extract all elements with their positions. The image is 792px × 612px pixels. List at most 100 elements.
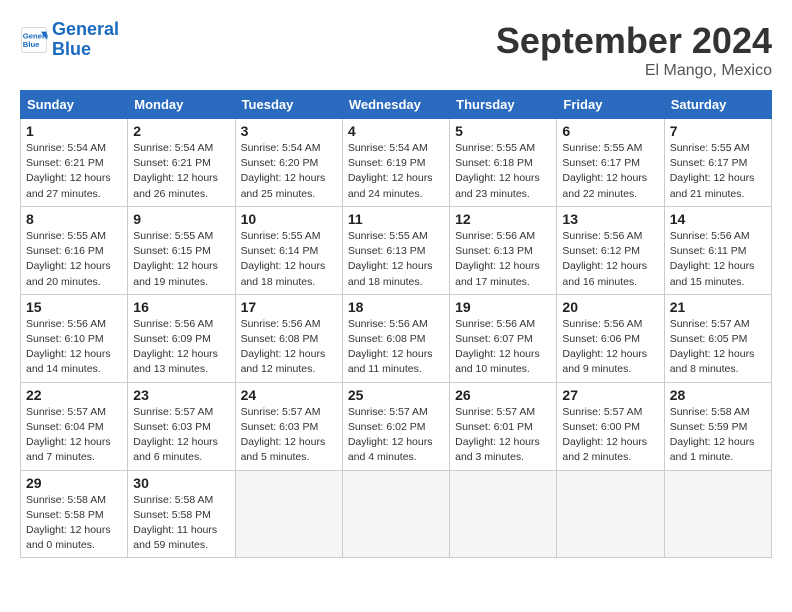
day-cell: 13 Sunrise: 5:56 AM Sunset: 6:12 PM Dayli…	[557, 206, 664, 294]
day-cell: 5Sunrise: 5:55 AM Sunset: 6:18 PM Daylig…	[450, 119, 557, 207]
day-cell: 14 Sunrise: 5:56 AM Sunset: 6:11 PM Dayli…	[664, 206, 771, 294]
day-cell: 20 Sunrise: 5:56 AM Sunset: 6:06 PM Dayli…	[557, 294, 664, 382]
week-row-4: 22 Sunrise: 5:57 AM Sunset: 6:04 PM Dayli…	[21, 382, 772, 470]
day-number: 4	[348, 123, 444, 139]
day-info: Sunrise: 5:55 AM Sunset: 6:16 PM Dayligh…	[26, 229, 122, 290]
day-info: Sunrise: 5:56 AM Sunset: 6:07 PM Dayligh…	[455, 317, 551, 378]
logo: General Blue General Blue	[20, 20, 119, 60]
day-info: Sunrise: 5:56 AM Sunset: 6:08 PM Dayligh…	[348, 317, 444, 378]
weekday-header-thursday: Thursday	[450, 91, 557, 119]
weekday-header-friday: Friday	[557, 91, 664, 119]
day-cell	[664, 470, 771, 558]
day-cell	[557, 470, 664, 558]
day-number: 2	[133, 123, 229, 139]
day-cell: 12 Sunrise: 5:56 AM Sunset: 6:13 PM Dayli…	[450, 206, 557, 294]
day-cell: 19 Sunrise: 5:56 AM Sunset: 6:07 PM Dayli…	[450, 294, 557, 382]
day-cell: 6Sunrise: 5:55 AM Sunset: 6:17 PM Daylig…	[557, 119, 664, 207]
day-cell: 30 Sunrise: 5:58 AM Sunset: 5:58 PM Dayli…	[128, 470, 235, 558]
day-number: 15	[26, 299, 122, 315]
day-number: 9	[133, 211, 229, 227]
day-info: Sunrise: 5:57 AM Sunset: 6:02 PM Dayligh…	[348, 405, 444, 466]
day-cell	[342, 470, 449, 558]
day-number: 1	[26, 123, 122, 139]
day-cell	[235, 470, 342, 558]
day-cell: 10Sunrise: 5:55 AM Sunset: 6:14 PM Dayli…	[235, 206, 342, 294]
day-number: 6	[562, 123, 658, 139]
day-info: Sunrise: 5:56 AM Sunset: 6:12 PM Dayligh…	[562, 229, 658, 290]
day-info: Sunrise: 5:57 AM Sunset: 6:03 PM Dayligh…	[241, 405, 337, 466]
day-cell: 16 Sunrise: 5:56 AM Sunset: 6:09 PM Dayli…	[128, 294, 235, 382]
day-cell: 17Sunrise: 5:56 AM Sunset: 6:08 PM Dayli…	[235, 294, 342, 382]
day-cell: 26 Sunrise: 5:57 AM Sunset: 6:01 PM Dayli…	[450, 382, 557, 470]
svg-text:Blue: Blue	[23, 40, 40, 49]
day-info: Sunrise: 5:54 AM Sunset: 6:19 PM Dayligh…	[348, 141, 444, 202]
day-cell: 9 Sunrise: 5:55 AM Sunset: 6:15 PM Daylig…	[128, 206, 235, 294]
day-number: 17	[241, 299, 337, 315]
day-info: Sunrise: 5:57 AM Sunset: 6:04 PM Dayligh…	[26, 405, 122, 466]
location-title: El Mango, Mexico	[496, 62, 772, 80]
week-row-2: 8 Sunrise: 5:55 AM Sunset: 6:16 PM Daylig…	[21, 206, 772, 294]
day-info: Sunrise: 5:56 AM Sunset: 6:10 PM Dayligh…	[26, 317, 122, 378]
day-info: Sunrise: 5:55 AM Sunset: 6:17 PM Dayligh…	[670, 141, 766, 202]
calendar-table: SundayMondayTuesdayWednesdayThursdayFrid…	[20, 90, 772, 558]
week-row-3: 15 Sunrise: 5:56 AM Sunset: 6:10 PM Dayli…	[21, 294, 772, 382]
day-cell: 25 Sunrise: 5:57 AM Sunset: 6:02 PM Dayli…	[342, 382, 449, 470]
day-cell: 24Sunrise: 5:57 AM Sunset: 6:03 PM Dayli…	[235, 382, 342, 470]
weekday-header-wednesday: Wednesday	[342, 91, 449, 119]
day-number: 28	[670, 387, 766, 403]
day-number: 25	[348, 387, 444, 403]
day-number: 13	[562, 211, 658, 227]
weekday-header-row: SundayMondayTuesdayWednesdayThursdayFrid…	[21, 91, 772, 119]
day-cell: 2 Sunrise: 5:54 AM Sunset: 6:21 PM Daylig…	[128, 119, 235, 207]
day-info: Sunrise: 5:56 AM Sunset: 6:09 PM Dayligh…	[133, 317, 229, 378]
day-info: Sunrise: 5:57 AM Sunset: 6:01 PM Dayligh…	[455, 405, 551, 466]
month-title: September 2024	[496, 20, 772, 62]
day-cell: 7Sunrise: 5:55 AM Sunset: 6:17 PM Daylig…	[664, 119, 771, 207]
day-cell: 3Sunrise: 5:54 AM Sunset: 6:20 PM Daylig…	[235, 119, 342, 207]
day-cell: 23Sunrise: 5:57 AM Sunset: 6:03 PM Dayli…	[128, 382, 235, 470]
day-cell: 1 Sunrise: 5:54 AM Sunset: 6:21 PM Daylig…	[21, 119, 128, 207]
day-number: 16	[133, 299, 229, 315]
day-info: Sunrise: 5:54 AM Sunset: 6:20 PM Dayligh…	[241, 141, 337, 202]
day-info: Sunrise: 5:57 AM Sunset: 6:05 PM Dayligh…	[670, 317, 766, 378]
day-cell: 27 Sunrise: 5:57 AM Sunset: 6:00 PM Dayli…	[557, 382, 664, 470]
day-number: 20	[562, 299, 658, 315]
day-info: Sunrise: 5:56 AM Sunset: 6:13 PM Dayligh…	[455, 229, 551, 290]
day-number: 8	[26, 211, 122, 227]
day-info: Sunrise: 5:58 AM Sunset: 5:59 PM Dayligh…	[670, 405, 766, 466]
day-number: 29	[26, 475, 122, 491]
day-number: 12	[455, 211, 551, 227]
day-info: Sunrise: 5:58 AM Sunset: 5:58 PM Dayligh…	[133, 493, 229, 554]
logo-line2: Blue	[52, 39, 91, 59]
day-info: Sunrise: 5:55 AM Sunset: 6:13 PM Dayligh…	[348, 229, 444, 290]
logo-line1: General	[52, 19, 119, 39]
day-number: 21	[670, 299, 766, 315]
day-cell	[450, 470, 557, 558]
weekday-header-tuesday: Tuesday	[235, 91, 342, 119]
day-number: 18	[348, 299, 444, 315]
day-cell: 18 Sunrise: 5:56 AM Sunset: 6:08 PM Dayli…	[342, 294, 449, 382]
day-cell: 8 Sunrise: 5:55 AM Sunset: 6:16 PM Daylig…	[21, 206, 128, 294]
day-number: 27	[562, 387, 658, 403]
day-info: Sunrise: 5:56 AM Sunset: 6:11 PM Dayligh…	[670, 229, 766, 290]
day-info: Sunrise: 5:54 AM Sunset: 6:21 PM Dayligh…	[26, 141, 122, 202]
logo-icon: General Blue	[20, 26, 48, 54]
day-number: 11	[348, 211, 444, 227]
day-number: 26	[455, 387, 551, 403]
day-info: Sunrise: 5:56 AM Sunset: 6:06 PM Dayligh…	[562, 317, 658, 378]
day-number: 14	[670, 211, 766, 227]
day-number: 5	[455, 123, 551, 139]
day-number: 22	[26, 387, 122, 403]
day-info: Sunrise: 5:55 AM Sunset: 6:15 PM Dayligh…	[133, 229, 229, 290]
week-row-1: 1 Sunrise: 5:54 AM Sunset: 6:21 PM Daylig…	[21, 119, 772, 207]
day-cell: 21 Sunrise: 5:57 AM Sunset: 6:05 PM Dayli…	[664, 294, 771, 382]
day-info: Sunrise: 5:58 AM Sunset: 5:58 PM Dayligh…	[26, 493, 122, 554]
weekday-header-sunday: Sunday	[21, 91, 128, 119]
day-info: Sunrise: 5:54 AM Sunset: 6:21 PM Dayligh…	[133, 141, 229, 202]
weekday-header-monday: Monday	[128, 91, 235, 119]
day-number: 19	[455, 299, 551, 315]
day-info: Sunrise: 5:57 AM Sunset: 6:00 PM Dayligh…	[562, 405, 658, 466]
day-number: 30	[133, 475, 229, 491]
week-row-5: 29 Sunrise: 5:58 AM Sunset: 5:58 PM Dayli…	[21, 470, 772, 558]
weekday-header-saturday: Saturday	[664, 91, 771, 119]
